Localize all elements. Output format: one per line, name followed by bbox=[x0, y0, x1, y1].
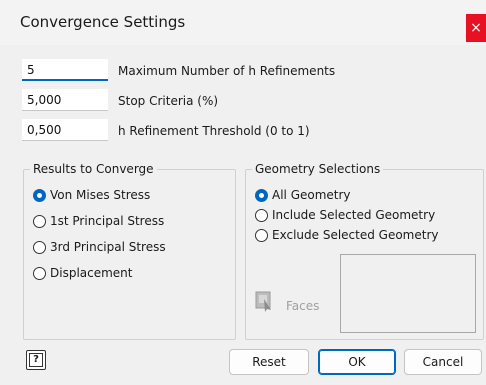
radio-label: Displacement bbox=[50, 266, 133, 280]
radio-unchecked-icon bbox=[255, 208, 268, 222]
max-h-refinements-input[interactable]: 5 bbox=[22, 59, 108, 81]
radio-label: 3rd Principal Stress bbox=[50, 240, 166, 254]
results-to-converge-title: Results to Converge bbox=[30, 161, 157, 177]
dialog-title: Convergence Settings bbox=[20, 13, 186, 31]
radio-1st-principal-stress[interactable]: 1st Principal Stress bbox=[33, 214, 164, 228]
radio-all-geometry[interactable]: All Geometry bbox=[255, 188, 351, 202]
reset-button[interactable]: Reset bbox=[229, 349, 309, 375]
selected-faces-box[interactable] bbox=[340, 254, 476, 333]
radio-unchecked-icon bbox=[33, 214, 46, 228]
radio-label: Include Selected Geometry bbox=[272, 208, 436, 222]
faces-label: Faces bbox=[286, 299, 320, 313]
title-bar: Convergence Settings × bbox=[0, 0, 486, 45]
max-h-refinements-label: Maximum Number of h Refinements bbox=[118, 64, 336, 78]
faces-select-icon[interactable] bbox=[255, 290, 273, 312]
radio-checked-icon bbox=[33, 188, 46, 202]
radio-von-mises-stress[interactable]: Von Mises Stress bbox=[33, 188, 150, 202]
radio-include-selected-geometry[interactable]: Include Selected Geometry bbox=[255, 208, 435, 222]
h-refinement-threshold-input[interactable]: 0,500 bbox=[22, 119, 108, 141]
stop-criteria-input[interactable]: 5,000 bbox=[22, 89, 108, 111]
radio-unchecked-icon bbox=[33, 266, 46, 280]
radio-checked-icon bbox=[255, 188, 268, 202]
convergence-settings-dialog: Convergence Settings × 5 Maximum Number … bbox=[0, 0, 486, 385]
stop-criteria-label: Stop Criteria (%) bbox=[118, 94, 219, 108]
geometry-selections-title: Geometry Selections bbox=[252, 161, 384, 177]
radio-unchecked-icon bbox=[33, 240, 46, 254]
radio-label: Von Mises Stress bbox=[50, 188, 151, 202]
ok-button[interactable]: OK bbox=[318, 349, 396, 375]
help-icon: ? bbox=[29, 353, 43, 367]
radio-unchecked-icon bbox=[255, 228, 268, 242]
radio-displacement[interactable]: Displacement bbox=[33, 266, 133, 280]
radio-label: Exclude Selected Geometry bbox=[272, 228, 439, 242]
radio-exclude-selected-geometry[interactable]: Exclude Selected Geometry bbox=[255, 228, 439, 242]
close-icon[interactable]: × bbox=[466, 14, 486, 42]
radio-label: All Geometry bbox=[272, 188, 351, 202]
radio-3rd-principal-stress[interactable]: 3rd Principal Stress bbox=[33, 240, 166, 254]
help-button[interactable]: ? bbox=[26, 350, 46, 370]
h-refinement-threshold-label: h Refinement Threshold (0 to 1) bbox=[118, 124, 310, 138]
radio-label: 1st Principal Stress bbox=[50, 214, 165, 228]
cancel-button[interactable]: Cancel bbox=[404, 349, 482, 375]
